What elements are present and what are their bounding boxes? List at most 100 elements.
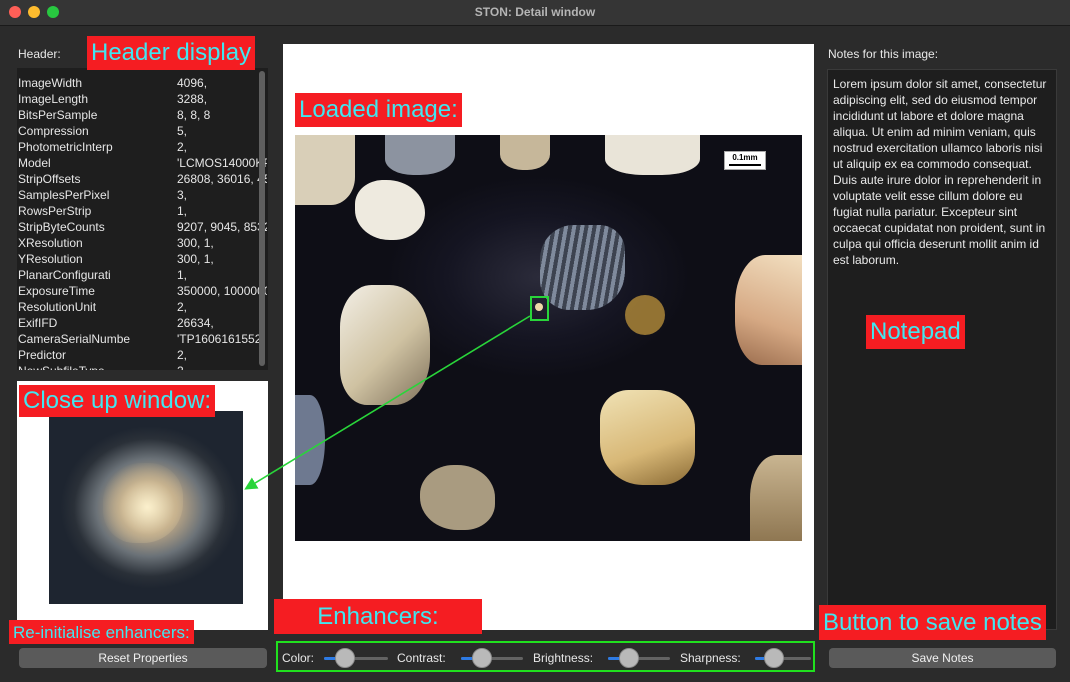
header-row: Model 'LCMOS14000KPA'	[18, 155, 267, 171]
enhancers-bar: Color: Contrast: Brightness: Sharpness:	[276, 641, 815, 672]
header-value: 2,	[177, 140, 188, 154]
mineral-grain	[295, 395, 325, 485]
header-row: BitsPerSample 8, 8, 8	[18, 107, 266, 123]
header-row: XResolution 300, 1,	[18, 235, 266, 251]
header-value: 3,	[177, 188, 188, 202]
header-key: StripByteCounts	[18, 220, 105, 234]
mineral-grain	[420, 465, 495, 530]
header-row: Predictor 2,	[18, 347, 266, 363]
header-row: PlanarConfigurati 1,	[18, 267, 266, 283]
header-value: 3288,	[177, 92, 208, 106]
header-key: YResolution	[18, 252, 83, 266]
header-key: ExifIFD	[18, 316, 58, 330]
header-row: RowsPerStrip 1,	[18, 203, 266, 219]
contrast-slider[interactable]	[461, 648, 523, 668]
color-slider-knob[interactable]	[335, 648, 355, 668]
close-up-image	[49, 411, 243, 604]
header-value: 1,	[177, 268, 188, 282]
header-row: StripOffsets 26808, 36016, 45061,	[18, 171, 267, 187]
header-key: XResolution	[18, 236, 83, 250]
header-value: 26808, 36016, 45061,	[177, 172, 267, 186]
mineral-grain	[355, 180, 425, 240]
annotation-reinit: Re-initialise enhancers:	[9, 620, 194, 644]
header-key: StripOffsets	[18, 172, 81, 186]
loaded-image[interactable]: 0.1mm	[295, 135, 802, 541]
header-row: YResolution 300, 1,	[18, 251, 266, 267]
header-key: NewSubfileType	[18, 363, 105, 370]
contrast-slider-knob[interactable]	[471, 648, 492, 668]
header-key: Compression	[18, 124, 89, 138]
header-row: ImageLength 3288,	[18, 91, 266, 107]
annotation-notepad: Notepad	[866, 315, 965, 349]
header-value: 350000, 1000000,	[177, 284, 267, 298]
color-label: Color:	[282, 651, 315, 665]
annotation-close-up: Close up window:	[19, 385, 216, 417]
mineral-grain	[340, 285, 430, 405]
header-value: 2,	[177, 300, 188, 314]
notes-label: Notes for this image:	[828, 47, 939, 61]
mineral-grain	[750, 455, 802, 541]
header-value: 'TP1606161552'	[177, 332, 264, 346]
mineral-grain	[500, 135, 550, 170]
save-notes-button[interactable]: Save Notes	[829, 648, 1056, 668]
color-slider[interactable]	[324, 648, 388, 668]
header-value: 8, 8, 8	[177, 108, 211, 122]
contrast-label: Contrast:	[397, 651, 446, 665]
selection-box[interactable]	[530, 296, 549, 321]
header-value: 300, 1,	[177, 236, 214, 250]
sharpness-slider-knob[interactable]	[764, 648, 784, 668]
header-key: Model	[18, 156, 51, 170]
annotation-header-display: Header display	[87, 36, 256, 70]
mineral-grain	[295, 135, 355, 205]
window-title: STON: Detail window	[474, 5, 596, 19]
annotation-save-notes: Button to save notes	[819, 605, 1046, 640]
header-key: RowsPerStrip	[18, 204, 92, 218]
header-key: ExposureTime	[18, 284, 95, 298]
loaded-image-panel: 0.1mm	[283, 44, 814, 630]
header-rows: ImageWidth 4096, ImageLength 3288, BitsPerSa…	[18, 75, 267, 370]
header-row: StripByteCounts 9207, 9045, 8532,	[18, 219, 267, 235]
header-value: 9207, 9045, 8532,	[177, 220, 267, 234]
header-key: SamplesPerPixel	[18, 188, 110, 202]
header-row: ExposureTime 350000, 1000000,	[18, 283, 267, 299]
header-row: SamplesPerPixel 3,	[18, 187, 266, 203]
header-row: Compression 5,	[18, 123, 266, 139]
header-row: ImageWidth 4096,	[18, 75, 266, 91]
header-value: 'LCMOS14000KPA'	[177, 156, 267, 170]
header-display[interactable]: ImageWidth 4096, ImageLength 3288, BitsPerSa…	[17, 68, 268, 370]
header-key: CameraSerialNumbe	[18, 332, 131, 346]
sharpness-label: Sharpness:	[680, 651, 741, 665]
header-row: ResolutionUnit 2,	[18, 299, 266, 315]
close-up-window	[17, 381, 268, 630]
brightness-slider-knob[interactable]	[618, 648, 639, 668]
header-key: PhotometricInterp	[18, 140, 113, 154]
header-key: BitsPerSample	[18, 108, 98, 122]
header-row: ExifIFD 26634,	[18, 315, 266, 331]
header-value: 2,	[177, 348, 188, 362]
mineral-grain	[605, 135, 700, 175]
brightness-label: Brightness:	[533, 651, 594, 665]
header-scrollbar[interactable]	[259, 71, 265, 366]
header-key: ImageWidth	[18, 76, 83, 90]
mineral-grain	[735, 255, 802, 365]
header-key: Predictor	[18, 348, 67, 362]
header-label: Header:	[18, 47, 61, 61]
header-value: 2,	[177, 363, 267, 370]
reset-properties-button[interactable]: Reset Properties	[19, 648, 267, 668]
header-key: ResolutionUnit	[18, 300, 97, 314]
header-value: 300, 1,	[177, 252, 214, 266]
notes-textarea[interactable]: Lorem ipsum dolor sit amet, consectetur …	[827, 69, 1057, 630]
mineral-grain	[385, 135, 455, 175]
header-key: PlanarConfigurati	[18, 268, 111, 282]
scale-bar: 0.1mm	[724, 151, 766, 170]
sharpness-slider[interactable]	[755, 648, 811, 668]
header-key: ImageLength	[18, 92, 89, 106]
brightness-slider[interactable]	[608, 648, 670, 668]
header-value: 5,	[177, 124, 188, 138]
header-value: 4096,	[177, 76, 208, 90]
annotation-loaded-image: Loaded image:	[295, 93, 462, 127]
mineral-grain	[540, 225, 625, 310]
annotation-enhancers: Enhancers:	[274, 599, 482, 634]
header-value: 26634,	[177, 316, 214, 330]
header-row: PhotometricInterp 2,	[18, 139, 266, 155]
